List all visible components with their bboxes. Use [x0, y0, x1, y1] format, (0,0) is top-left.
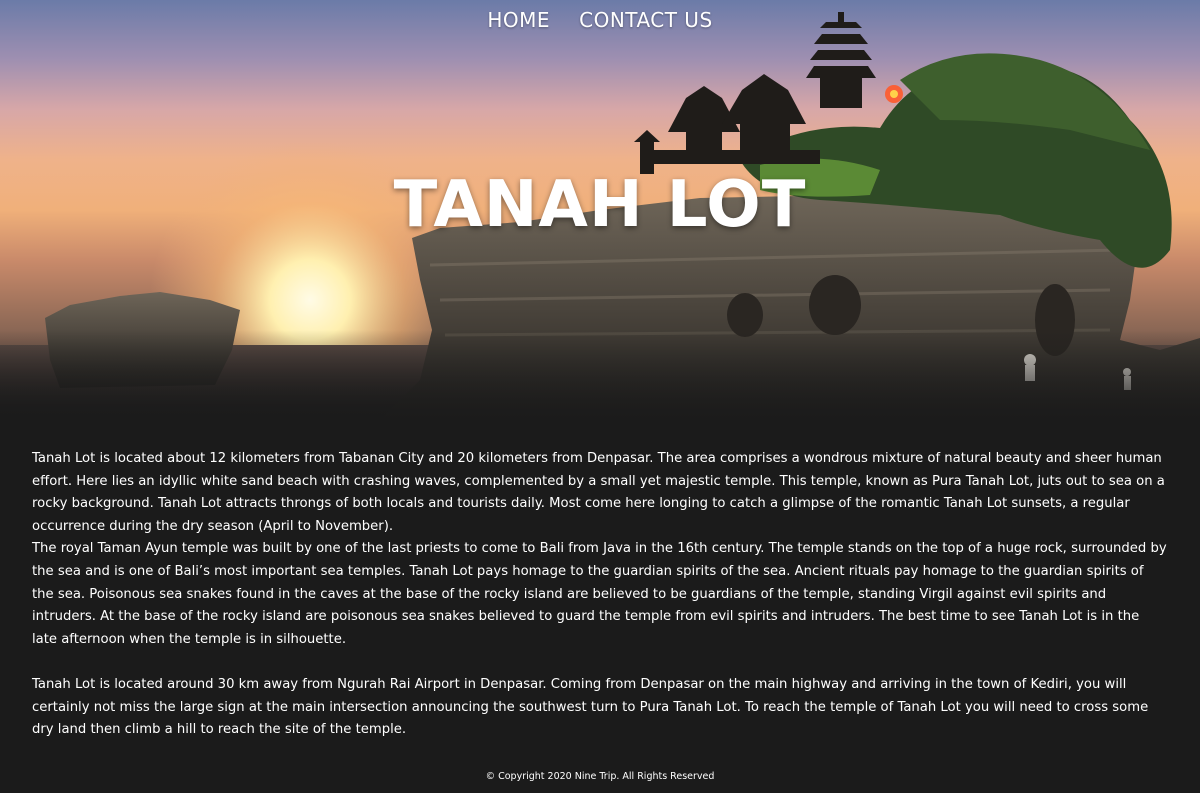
hero-banner: HOME CONTACT US TANAH LOT	[0, 0, 1200, 420]
paragraph-history: The royal Taman Ayun temple was built by…	[32, 541, 1167, 647]
nav-link-home[interactable]: HOME	[487, 8, 550, 32]
page-title: TANAH LOT	[393, 168, 807, 242]
paragraph-directions: Tanah Lot is located around 30 km away f…	[32, 676, 1149, 738]
footer-copyright: © Copyright 2020 Nine Trip. All Rights R…	[485, 771, 715, 782]
main-navigation: HOME CONTACT US	[0, 8, 1200, 32]
nav-link-contact-us[interactable]: CONTACT US	[579, 8, 713, 32]
article-body: Tanah Lot is located about 12 kilometers…	[0, 420, 1200, 742]
paragraph-location: Tanah Lot is located about 12 kilometers…	[32, 451, 1165, 534]
